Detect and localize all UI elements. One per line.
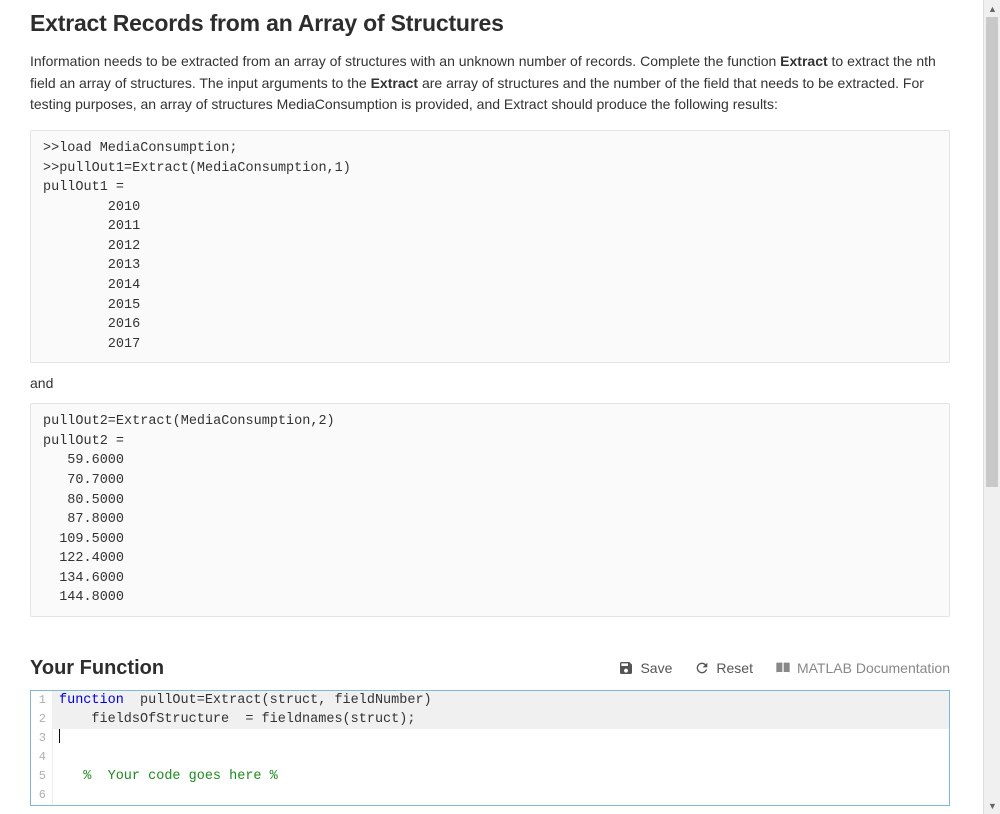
- description-paragraph: Information needs to be extracted from a…: [30, 51, 950, 116]
- docs-link-label: MATLAB Documentation: [797, 660, 950, 676]
- scroll-down-arrow-icon[interactable]: ▼: [984, 797, 1000, 814]
- desc-bold-extract-1: Extract: [780, 53, 827, 69]
- editor-line[interactable]: 5 % Your code goes here %: [31, 767, 949, 786]
- page-title: Extract Records from an Array of Structu…: [30, 10, 950, 37]
- line-number: 5: [31, 767, 53, 786]
- reset-button-label: Reset: [716, 660, 753, 676]
- code-line-content[interactable]: function pullOut=Extract(struct, fieldNu…: [53, 691, 949, 710]
- code-line-content[interactable]: % Your code goes here %: [53, 767, 949, 786]
- line-number: 6: [31, 786, 53, 805]
- your-function-header: Your Function Save Reset MATLAB Document…: [30, 657, 950, 680]
- editor-line[interactable]: 4: [31, 748, 949, 767]
- and-text: and: [30, 375, 950, 391]
- code-line-content[interactable]: [53, 748, 949, 767]
- editor-toolbar: Save Reset MATLAB Documentation: [618, 660, 950, 676]
- scroll-thumb[interactable]: [986, 17, 998, 487]
- line-number: 4: [31, 748, 53, 767]
- desc-bold-extract-2: Extract: [371, 75, 418, 91]
- save-button[interactable]: Save: [618, 660, 672, 676]
- text-cursor: [59, 729, 60, 743]
- code-editor[interactable]: 1function pullOut=Extract(struct, fieldN…: [30, 690, 950, 806]
- your-function-heading: Your Function: [30, 657, 164, 680]
- scroll-up-arrow-icon[interactable]: ▲: [984, 0, 1000, 17]
- scroll-track[interactable]: [984, 17, 1000, 797]
- editor-line[interactable]: 2 fieldsOfStructure = fieldnames(struct)…: [31, 710, 949, 729]
- example-output-2: pullOut2=Extract(MediaConsumption,2) pul…: [30, 403, 950, 617]
- line-number: 1: [31, 691, 53, 710]
- reset-icon: [694, 660, 710, 676]
- save-button-label: Save: [640, 660, 672, 676]
- code-line-content[interactable]: [53, 729, 949, 748]
- save-icon: [618, 660, 634, 676]
- code-line-content[interactable]: fieldsOfStructure = fieldnames(struct);: [53, 710, 949, 729]
- editor-line[interactable]: 1function pullOut=Extract(struct, fieldN…: [31, 691, 949, 710]
- book-icon: [775, 660, 791, 676]
- code-line-content[interactable]: [53, 786, 949, 805]
- editor-line[interactable]: 3: [31, 729, 949, 748]
- example-output-1: >>load MediaConsumption; >>pullOut1=Extr…: [30, 130, 950, 363]
- main-content: Extract Records from an Array of Structu…: [0, 0, 980, 814]
- reset-button[interactable]: Reset: [694, 660, 753, 676]
- line-number: 2: [31, 710, 53, 729]
- scroll-notch: [986, 237, 998, 247]
- desc-text: Information needs to be extracted from a…: [30, 53, 780, 69]
- line-number: 3: [31, 729, 53, 748]
- vertical-scrollbar[interactable]: ▲ ▼: [983, 0, 1000, 814]
- docs-link[interactable]: MATLAB Documentation: [775, 660, 950, 676]
- editor-line[interactable]: 6: [31, 786, 949, 805]
